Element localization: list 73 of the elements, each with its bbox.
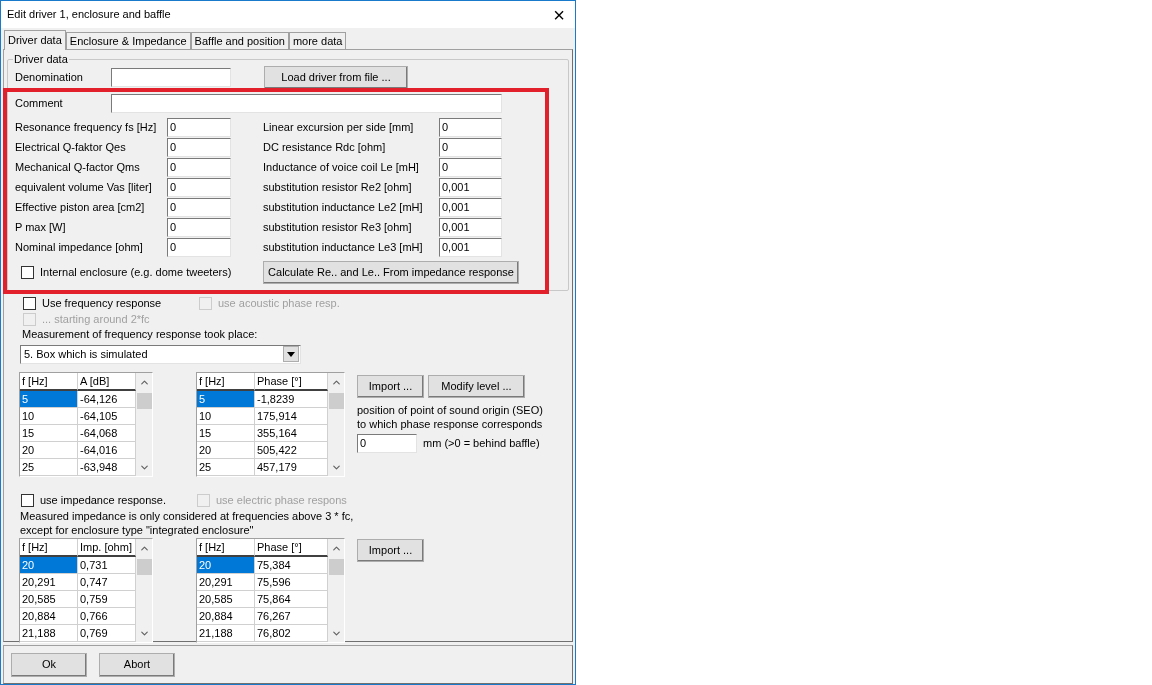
checkbox[interactable] <box>21 265 34 279</box>
window-title: Edit driver 1, enclosure and baffle <box>7 7 171 23</box>
field-label: Nominal impedance [ohm] <box>15 239 144 255</box>
import-button[interactable]: Import ... <box>357 538 424 562</box>
field-label: substitution inductance Le3 [mH] <box>263 239 424 255</box>
checkbox[interactable] <box>23 296 36 310</box>
checkbox-label: use acoustic phase resp. <box>218 295 340 311</box>
tab[interactable]: Baffle and position <box>190 32 289 49</box>
load-driver-button[interactable]: Load driver from file ... <box>264 65 408 89</box>
field-label: Electrical Q-faktor Qes <box>15 139 127 155</box>
checkbox-label: ... starting around 2*fc <box>42 311 150 327</box>
column-header[interactable]: Phase [°] <box>255 538 328 557</box>
checkbox-label: Use frequency response <box>42 295 162 311</box>
checkbox[interactable] <box>21 494 34 507</box>
calculate-button[interactable]: Calculate Re.. and Le.. From impedance response <box>263 260 519 284</box>
field-label: equivalent volume Vas [liter] <box>15 179 153 195</box>
denomination-field[interactable] <box>111 67 231 87</box>
dialog-button[interactable]: Ok <box>11 652 87 677</box>
tab[interactable]: more data <box>288 32 347 49</box>
column-header[interactable]: A [dB] <box>78 372 136 391</box>
impedance-note: Measured impedance is only considered at frequencies above 3 * fc, except for enclosure type "integrated enclosure" <box>20 508 355 537</box>
field-label: substitution resistor Re2 [ohm] <box>263 179 413 195</box>
number-field[interactable]: 0 <box>439 157 502 177</box>
field-label: Mechanical Q-factor Qms <box>15 159 141 175</box>
field-label: DC resistance Rdc [ohm] <box>263 139 387 155</box>
number-field[interactable]: 0,001 <box>439 217 502 237</box>
field-label: P max [W] <box>15 219 67 235</box>
group-title: Driver data <box>13 52 69 66</box>
field-label: Linear excursion per side [mm] <box>263 119 415 135</box>
column-header[interactable]: f [Hz] <box>20 538 78 557</box>
measurement-label: Measurement of frequency response took place: <box>22 327 259 341</box>
field-label: Comment <box>15 95 64 111</box>
modify-level-button[interactable]: Modify level ... <box>428 374 525 398</box>
checkbox-label: use impedance response. <box>40 493 166 509</box>
number-field[interactable]: 0 <box>167 197 231 217</box>
number-field[interactable]: 0 <box>167 217 231 237</box>
column-header[interactable]: Phase [°] <box>255 372 328 391</box>
number-field[interactable]: 0 <box>167 157 231 177</box>
number-field[interactable]: 0 <box>167 117 231 137</box>
number-field[interactable]: 0 <box>167 137 231 157</box>
scroll-thumb[interactable] <box>136 558 152 575</box>
number-field[interactable]: 0 <box>167 237 231 257</box>
column-header[interactable]: f [Hz] <box>197 372 255 391</box>
number-field[interactable]: 0 <box>439 137 502 157</box>
dialog-button[interactable]: Abort <box>99 652 175 677</box>
scroll-thumb[interactable] <box>136 392 152 409</box>
column-header[interactable]: Imp. [ohm] <box>78 538 136 557</box>
tab[interactable]: Driver data <box>4 30 66 50</box>
number-field[interactable]: 0,001 <box>439 237 502 257</box>
import-button[interactable]: Import ... <box>357 374 424 398</box>
field-label: Denomination <box>15 69 84 85</box>
seo-field[interactable]: 0 <box>357 433 417 453</box>
field-label: Inductance of voice coil Le [mH] <box>263 159 420 175</box>
scroll-thumb[interactable] <box>328 392 344 409</box>
field-label: Resonance frequency fs [Hz] <box>15 119 158 135</box>
close-button[interactable]: × <box>553 4 565 25</box>
seo-description: position of point of sound origin (SEO) to which phase response corresponds <box>357 402 543 431</box>
number-field[interactable]: 0,001 <box>439 197 502 217</box>
number-field[interactable]: 0 <box>439 117 502 137</box>
number-field[interactable]: 0 <box>167 177 231 197</box>
unit-label: mm (>0 = behind baffle) <box>423 435 540 451</box>
number-field[interactable]: 0,001 <box>439 177 502 197</box>
comment-field[interactable] <box>111 93 502 113</box>
column-header[interactable]: f [Hz] <box>20 372 78 391</box>
scroll-thumb[interactable] <box>328 558 344 575</box>
field-label: Effective piston area [cm2] <box>15 199 146 215</box>
checkbox-label: Internal enclosure (e.g. dome tweeters) <box>40 264 232 280</box>
field-label: substitution resistor Re3 [ohm] <box>263 219 413 235</box>
measurement-dropdown[interactable]: 5. Box which is simulated <box>20 345 301 364</box>
tab[interactable]: Enclosure & Impedance <box>65 32 191 49</box>
column-header[interactable]: f [Hz] <box>197 538 255 557</box>
checkbox-label: use electric phase respons <box>216 493 347 509</box>
field-label: substitution inductance Le2 [mH] <box>263 199 424 215</box>
